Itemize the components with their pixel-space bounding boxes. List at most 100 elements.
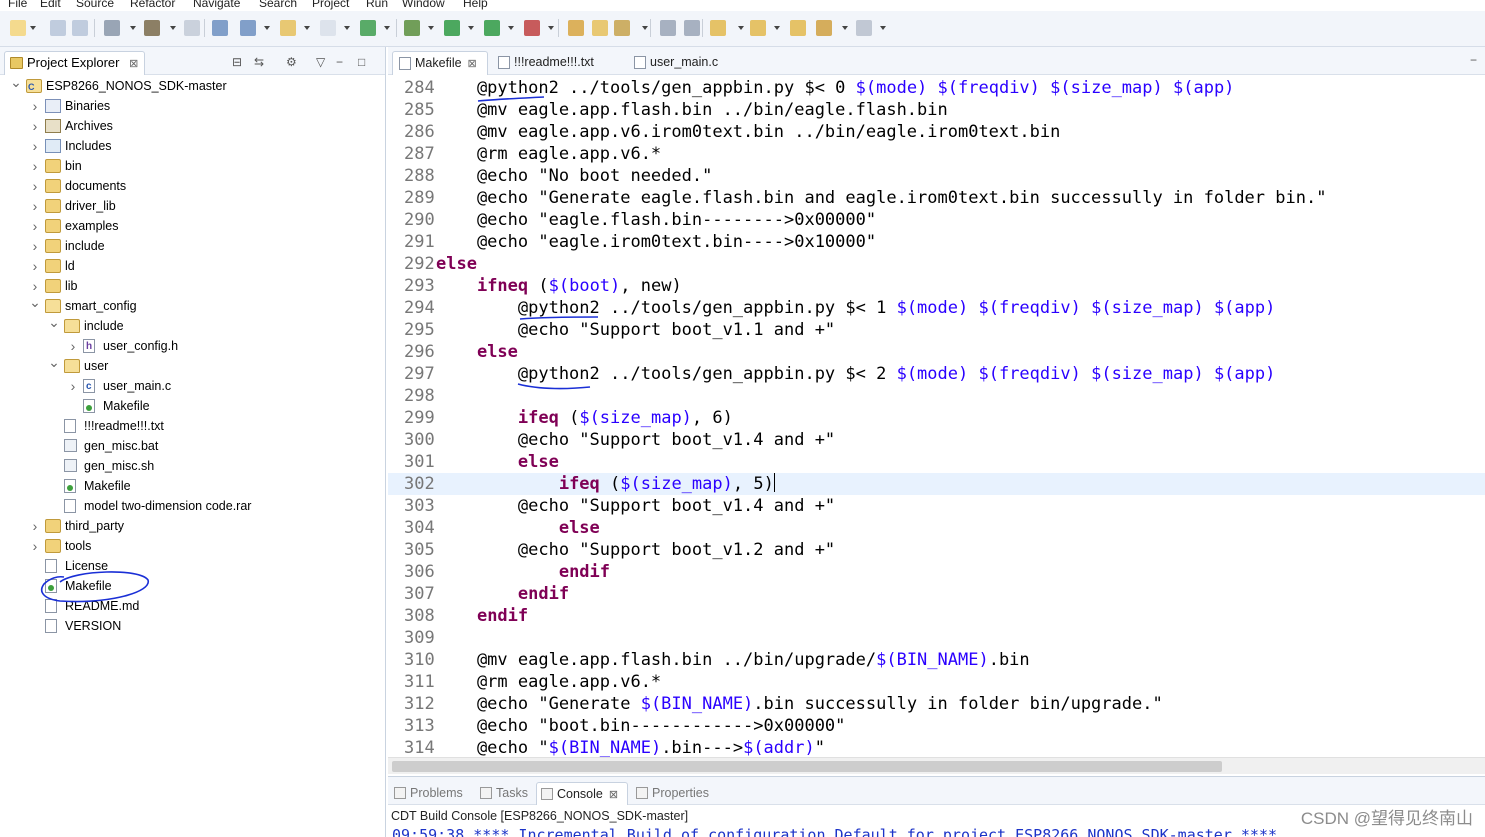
code-line[interactable]: 286 @mv eagle.app.v6.irom0text.bin ../bi… — [388, 121, 1485, 143]
code-line[interactable]: 301 else — [388, 451, 1485, 473]
editor-tab[interactable]: Makefile ⊠ — [392, 51, 488, 75]
open-type-icon[interactable] — [568, 20, 584, 36]
code-line[interactable]: 313 @echo "boot.bin------------>0x00000" — [388, 715, 1485, 737]
code-line[interactable]: 298 — [388, 385, 1485, 407]
dropdown-arrow-icon[interactable] — [642, 26, 648, 30]
tree-item[interactable]: License — [0, 556, 380, 576]
tree-item[interactable]: Makefile — [0, 396, 380, 416]
editor-tab[interactable]: user_main.c — [628, 51, 728, 75]
save-all-icon[interactable] — [72, 20, 88, 36]
menu-file[interactable]: File — [8, 0, 27, 10]
dropdown-arrow-icon[interactable] — [880, 26, 886, 30]
code-line[interactable]: 306 endif — [388, 561, 1485, 583]
tree-item[interactable]: !!!readme!!!.txt — [0, 416, 380, 436]
external-tools-icon[interactable] — [484, 20, 500, 36]
chevron-right-icon[interactable]: › — [29, 216, 41, 236]
bottom-tab[interactable]: Console ⊠ — [536, 782, 628, 805]
chevron-down-icon[interactable]: ⌄ — [10, 72, 22, 92]
close-icon[interactable]: ⊠ — [468, 58, 477, 70]
close-icon[interactable]: ⊠ — [129, 58, 138, 70]
code-line[interactable]: 304 else — [388, 517, 1485, 539]
code-line[interactable]: 293 ifneq ($(boot), new) — [388, 275, 1485, 297]
dropdown-arrow-icon[interactable] — [170, 26, 176, 30]
chevron-down-icon[interactable]: ⌄ — [48, 312, 60, 332]
tree-item[interactable]: ⌄ user — [0, 354, 380, 376]
code-line[interactable]: 307 endif — [388, 583, 1485, 605]
minimize-icon[interactable]: − — [336, 55, 343, 69]
close-icon[interactable]: ⊠ — [609, 789, 618, 801]
code-line[interactable]: 291 @echo "eagle.irom0text.bin---->0x100… — [388, 231, 1485, 253]
tree-item[interactable]: › bin — [0, 156, 380, 176]
chevron-down-icon[interactable]: ⌄ — [29, 292, 41, 312]
settings-icon[interactable] — [104, 20, 120, 36]
menu-search[interactable]: Search — [259, 0, 297, 10]
code-line[interactable]: 297 @python2 ../tools/gen_appbin.py $< 2… — [388, 363, 1485, 385]
view-menu-icon[interactable]: ▽ — [316, 55, 325, 69]
dropdown-arrow-icon[interactable] — [304, 26, 310, 30]
menu-run[interactable]: Run — [366, 0, 388, 10]
code-line[interactable]: 305 @echo "Support boot_v1.2 and +" — [388, 539, 1485, 561]
coverage-icon[interactable] — [524, 20, 540, 36]
chevron-right-icon[interactable]: › — [29, 536, 41, 556]
dropdown-arrow-icon[interactable] — [130, 26, 136, 30]
dropdown-arrow-icon[interactable] — [30, 26, 36, 30]
pilcrow-icon[interactable] — [684, 20, 700, 36]
tree-item[interactable]: › Binaries — [0, 96, 380, 116]
code-line[interactable]: 296 else — [388, 341, 1485, 363]
tree-item[interactable]: ⌄ include — [0, 314, 380, 336]
new-icon[interactable] — [10, 20, 26, 36]
tree-item[interactable]: Makefile — [0, 476, 380, 496]
chevron-right-icon[interactable]: › — [29, 516, 41, 536]
code-line[interactable]: 302 ifeq ($(size_map), 5) — [388, 473, 1485, 495]
code-line[interactable]: 299 ifeq ($(size_map), 6) — [388, 407, 1485, 429]
menu-edit[interactable]: Edit — [40, 0, 61, 10]
run-icon[interactable] — [444, 20, 460, 36]
menu-project[interactable]: Project — [312, 0, 349, 10]
tree-item[interactable]: › Archives — [0, 116, 380, 136]
search-icon[interactable] — [614, 20, 630, 36]
code-line[interactable]: 300 @echo "Support boot_v1.4 and +" — [388, 429, 1485, 451]
chevron-right-icon[interactable]: › — [29, 116, 41, 136]
tree-item[interactable]: › documents — [0, 176, 380, 196]
code-line[interactable]: 308 endif — [388, 605, 1485, 627]
tree-item[interactable]: › ld — [0, 256, 380, 276]
code-line[interactable]: 312 @echo "Generate $(BIN_NAME).bin succ… — [388, 693, 1485, 715]
dropdown-arrow-icon[interactable] — [738, 26, 744, 30]
tree-item[interactable]: VERSION — [0, 616, 380, 636]
chevron-down-icon[interactable]: ⌄ — [48, 352, 60, 372]
refresh-icon[interactable] — [360, 20, 376, 36]
code-line[interactable]: 285 @mv eagle.app.flash.bin ../bin/eagle… — [388, 99, 1485, 121]
code-line[interactable]: 295 @echo "Support boot_v1.1 and +" — [388, 319, 1485, 341]
dropdown-arrow-icon[interactable] — [428, 26, 434, 30]
code-line[interactable]: 303 @echo "Support boot_v1.4 and +" — [388, 495, 1485, 517]
new-file-icon[interactable] — [320, 20, 336, 36]
back-icon[interactable] — [816, 20, 832, 36]
tree-item[interactable]: › driver_lib — [0, 196, 380, 216]
tree-item[interactable]: › lib — [0, 276, 380, 296]
debug-tool-icon[interactable] — [212, 20, 228, 36]
code-line[interactable]: 288 @echo "No boot needed." — [388, 165, 1485, 187]
tree-item[interactable]: › include — [0, 236, 380, 256]
dropdown-arrow-icon[interactable] — [842, 26, 848, 30]
chevron-right-icon[interactable]: › — [29, 236, 41, 256]
chevron-right-icon[interactable]: › — [29, 196, 41, 216]
last-edit-icon[interactable] — [790, 20, 806, 36]
minimize-icon[interactable]: − — [1470, 53, 1477, 67]
dropdown-arrow-icon[interactable] — [264, 26, 270, 30]
tree-item[interactable]: ⌄ ESP8266_NONOS_SDK-master — [0, 74, 380, 97]
tree-item[interactable]: › third_party — [0, 516, 380, 536]
chevron-right-icon[interactable]: › — [29, 96, 41, 116]
code-line[interactable]: 294 @python2 ../tools/gen_appbin.py $< 1… — [388, 297, 1485, 319]
chevron-right-icon[interactable]: › — [29, 256, 41, 276]
tree-item[interactable]: Makefile — [0, 576, 380, 596]
tree-item[interactable]: › tools — [0, 536, 380, 556]
menu-refactor[interactable]: Refactor — [130, 0, 175, 10]
editor-tab[interactable]: !!!readme!!!.txt — [492, 51, 614, 75]
tree-item[interactable]: README.md — [0, 596, 380, 616]
code-view[interactable]: 284 @python2 ../tools/gen_appbin.py $< 0… — [388, 77, 1485, 757]
code-line[interactable]: 310 @mv eagle.app.flash.bin ../bin/upgra… — [388, 649, 1485, 671]
dropdown-arrow-icon[interactable] — [774, 26, 780, 30]
chevron-right-icon[interactable]: › — [67, 336, 79, 356]
dropdown-arrow-icon[interactable] — [548, 26, 554, 30]
dropdown-arrow-icon[interactable] — [384, 26, 390, 30]
